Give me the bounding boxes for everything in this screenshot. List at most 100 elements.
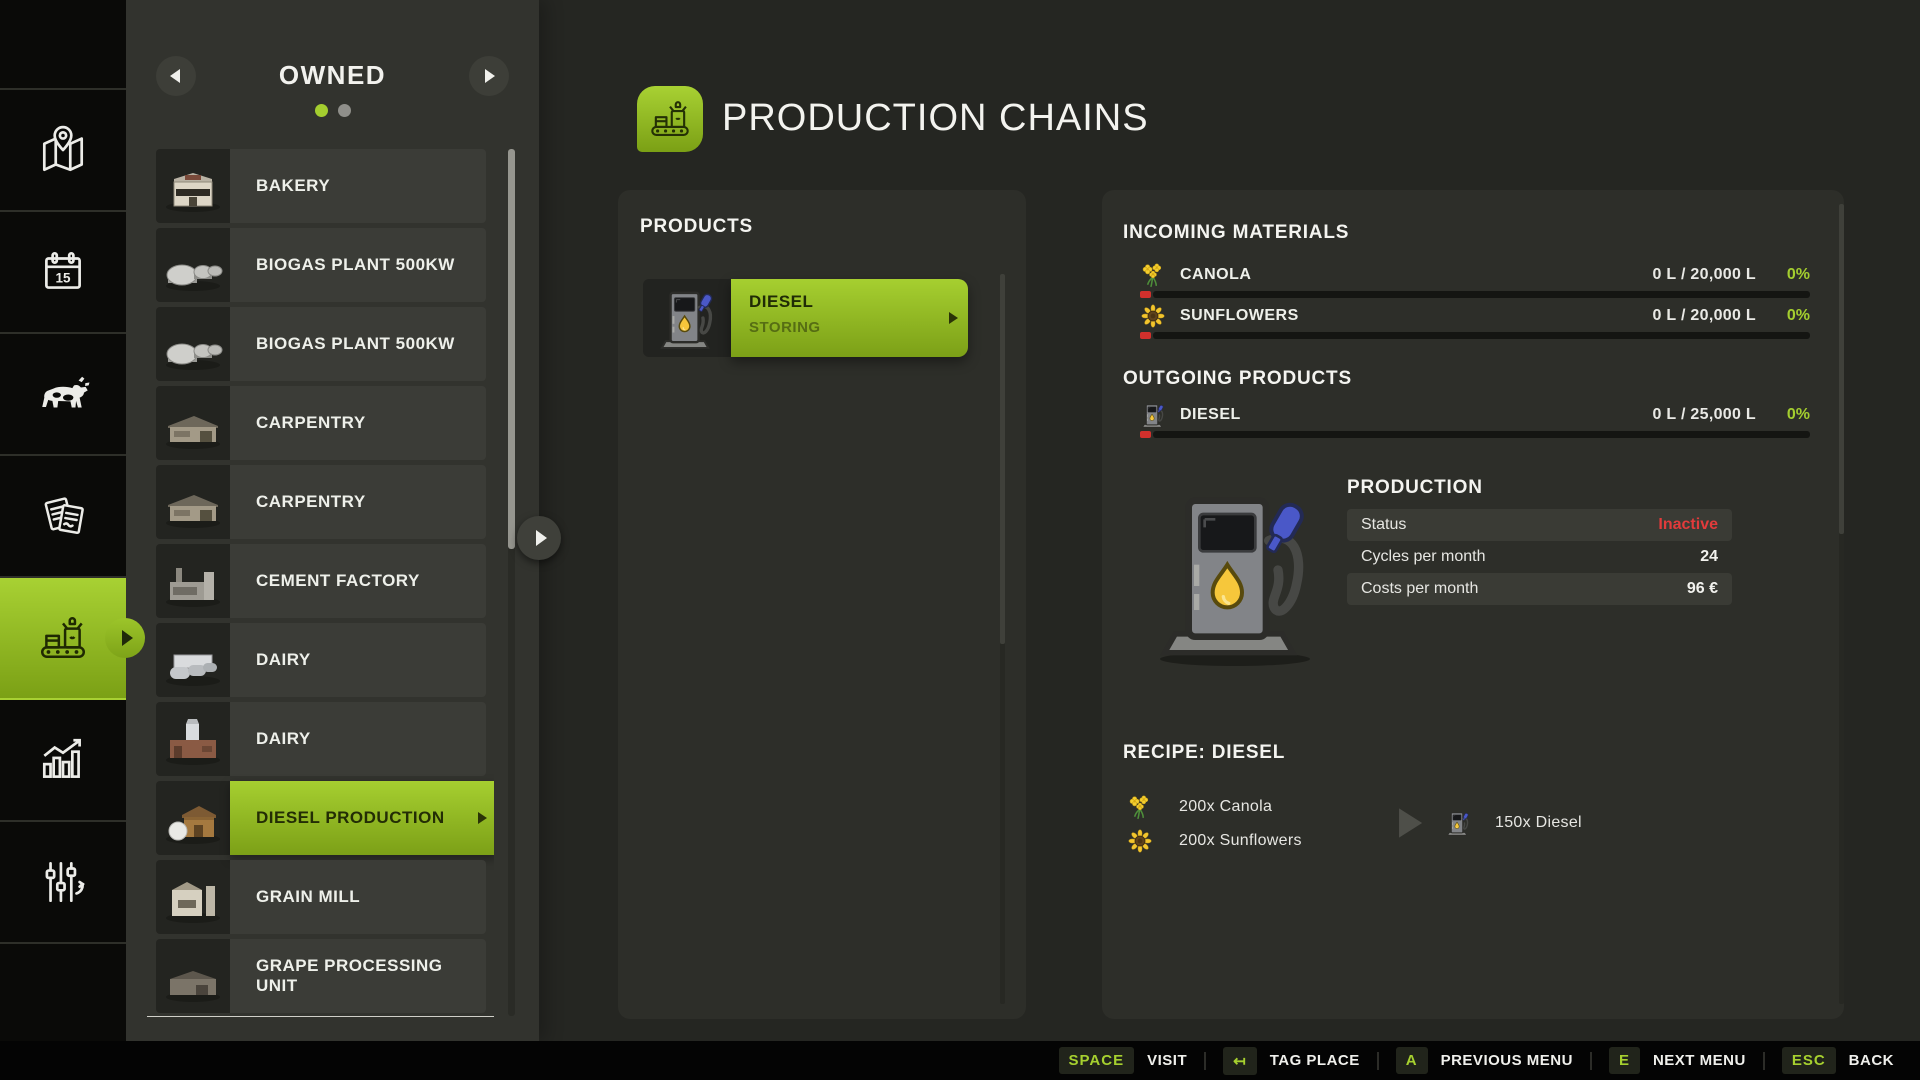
hint-label: PREVIOUS MENU	[1441, 1052, 1573, 1069]
material-percent: 0%	[1756, 307, 1810, 325]
contracts-icon	[36, 489, 90, 543]
production-title: PRODUCTION	[1347, 477, 1483, 499]
bar-warning-dot	[1140, 332, 1151, 339]
key-badge[interactable]: SPACE	[1059, 1047, 1135, 1074]
material-name: DIESEL	[1180, 406, 1241, 424]
input-hint: E NEXT MENU	[1609, 1047, 1746, 1074]
recipe-input-label: 200x Sunflowers	[1179, 832, 1302, 850]
owned-next-page-button[interactable]	[469, 56, 509, 96]
building-name: CARPENTRY	[256, 492, 366, 512]
sidebar-item-animals[interactable]	[0, 334, 126, 456]
material-row: DIESEL 0 L / 25,000 L 0%	[1140, 400, 1810, 438]
scrollbar-thumb[interactable]	[1839, 204, 1844, 534]
building-name: GRAPE PROCESSING UNIT	[256, 956, 486, 996]
sidebar-item-map[interactable]	[0, 90, 126, 212]
building-thumbnail	[156, 860, 230, 934]
input-hint: ↤ TAG PLACE	[1223, 1047, 1360, 1075]
building-list-item[interactable]: GRAPE PROCESSING UNIT	[156, 939, 486, 1013]
building-list-item[interactable]: BIOGAS PLANT 500KW	[156, 307, 486, 381]
production-chains-icon	[637, 86, 703, 152]
material-row: CANOLA 0 L / 20,000 L 0%	[1140, 260, 1810, 298]
stat-label: Status	[1361, 516, 1406, 534]
key-badge[interactable]: ESC	[1782, 1047, 1836, 1074]
building-name: GRAIN MILL	[256, 887, 360, 907]
sidebar-item-calendar[interactable]: 15	[0, 212, 126, 334]
building-thumbnail	[156, 465, 230, 539]
canola-icon	[1140, 262, 1166, 288]
play-arrow-icon	[1395, 806, 1425, 840]
material-amount: 0 L / 20,000 L	[1652, 266, 1756, 284]
stat-value: Inactive	[1658, 516, 1718, 534]
sidebar-item-statistics[interactable]	[0, 700, 126, 822]
recipe-input-label: 200x Canola	[1179, 798, 1272, 816]
building-thumbnail	[156, 386, 230, 460]
product-label: DIESEL STORING	[731, 279, 968, 357]
recipe-inputs: 200x Canola 200x Sunflowers	[1127, 790, 1302, 858]
building-list-item[interactable]: CARPENTRY	[156, 386, 486, 460]
building-list-item[interactable]: CEMENT FACTORY	[156, 544, 486, 618]
recipe-title: RECIPE: DIESEL	[1123, 742, 1285, 764]
production-chains-screen: 15 OWNED BAKERY BIOGAS PLANT 500KW BIOGA…	[0, 0, 1920, 1080]
building-list-item[interactable]: DIESEL PRODUCTION	[156, 781, 494, 855]
page-dot-1[interactable]	[315, 104, 328, 117]
stat-label: Costs per month	[1361, 580, 1478, 598]
page-dot-2[interactable]	[338, 104, 351, 117]
building-name: DIESEL PRODUCTION	[256, 808, 445, 828]
sidebar-item-contracts[interactable]	[0, 456, 126, 578]
building-list-item[interactable]: BIOGAS PLANT 500KW	[156, 228, 486, 302]
map-icon	[36, 123, 90, 177]
stat-value: 96 €	[1687, 580, 1718, 598]
building-name: BAKERY	[256, 176, 330, 196]
key-badge[interactable]: A	[1396, 1047, 1428, 1074]
fuel-pump-image	[1154, 482, 1314, 658]
key-badge[interactable]: ↤	[1223, 1047, 1257, 1075]
product-item-diesel[interactable]: DIESEL STORING	[643, 279, 968, 357]
building-list-item[interactable]: DAIRY	[156, 623, 486, 697]
recipe-block: RECIPE: DIESEL 200x Canola 200x Sunflowe…	[1123, 742, 1823, 892]
production-details-panel: INCOMING MATERIALS CANOLA 0 L / 20,000 L…	[1102, 190, 1844, 1019]
capacity-bar	[1140, 431, 1810, 438]
outgoing-products-title: OUTGOING PRODUCTS	[1123, 368, 1352, 390]
scrollbar-thumb[interactable]	[508, 149, 515, 549]
fuel-pump-icon	[643, 279, 731, 357]
building-thumbnail	[156, 544, 230, 618]
material-percent: 0%	[1756, 266, 1810, 284]
sidebar-item-production[interactable]	[0, 578, 126, 700]
building-name: DAIRY	[256, 729, 311, 749]
building-list-item[interactable]: CARPENTRY	[156, 465, 486, 539]
material-row: SUNFLOWERS 0 L / 20,000 L 0%	[1140, 301, 1810, 339]
stat-label: Cycles per month	[1361, 548, 1486, 566]
sunflower-icon	[1140, 303, 1166, 329]
input-hint: ESC BACK	[1782, 1047, 1894, 1074]
products-scrollbar[interactable]	[1000, 274, 1005, 1004]
bar-warning-dot	[1140, 431, 1151, 438]
calendar-icon: 15	[36, 245, 90, 299]
key-badge[interactable]: E	[1609, 1047, 1640, 1074]
building-thumbnail	[156, 228, 230, 302]
scrollbar-thumb[interactable]	[1000, 274, 1005, 644]
panel-expand-tab[interactable]	[517, 516, 561, 560]
outgoing-products-rows: DIESEL 0 L / 25,000 L 0%	[1140, 400, 1810, 441]
material-amount: 0 L / 20,000 L	[1652, 307, 1756, 325]
input-hint: SPACE VISIT	[1059, 1047, 1188, 1074]
recipe-input-row: 200x Canola	[1127, 790, 1302, 824]
sidebar-item-finances[interactable]	[0, 822, 126, 944]
building-list-item[interactable]: DAIRY	[156, 702, 486, 776]
chevron-right-icon	[485, 69, 495, 83]
hint-divider	[1590, 1052, 1592, 1070]
input-hints-bar: SPACE VISIT ↤ TAG PLACE A PREVIOUS MENU …	[0, 1041, 1920, 1080]
hint-label: NEXT MENU	[1653, 1052, 1746, 1069]
material-amount: 0 L / 25,000 L	[1652, 406, 1756, 424]
building-list-item[interactable]: BAKERY	[156, 149, 486, 223]
chevron-right-icon	[949, 312, 958, 324]
hint-divider	[1204, 1052, 1206, 1070]
product-status: STORING	[749, 319, 950, 336]
products-title: PRODUCTS	[640, 216, 753, 238]
production-icon	[36, 611, 90, 665]
building-list-scrollbar[interactable]	[508, 149, 515, 1016]
building-list-viewport: BAKERY BIOGAS PLANT 500KW BIOGAS PLANT 5…	[147, 149, 494, 1017]
statistics-icon	[36, 733, 90, 787]
production-stats-rows: Status Inactive Cycles per month 24 Cost…	[1347, 509, 1732, 605]
building-list-item[interactable]: GRAIN MILL	[156, 860, 486, 934]
details-scrollbar[interactable]	[1839, 204, 1844, 1004]
